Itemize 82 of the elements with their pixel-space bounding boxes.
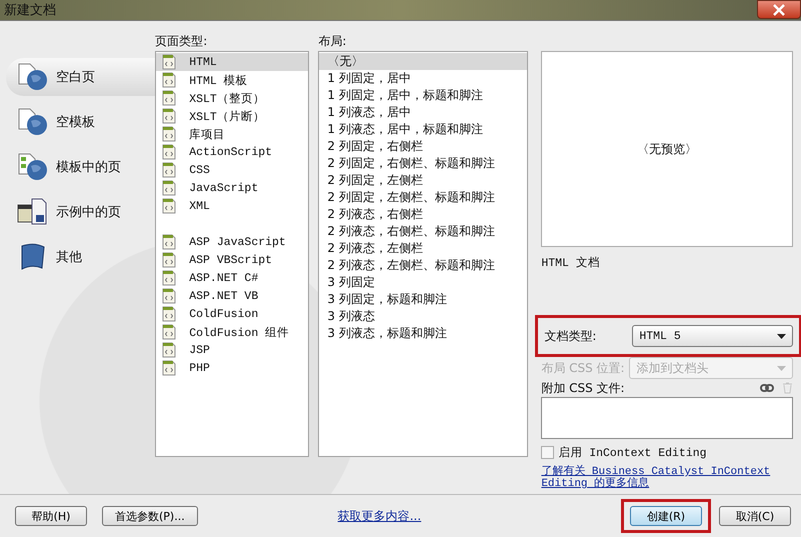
layout-item[interactable]: 2 列液态，左侧栏 — [319, 240, 528, 257]
page-globe-icon — [16, 107, 50, 137]
page-type-item[interactable]: CSS — [156, 161, 308, 179]
document-icon — [162, 108, 176, 124]
document-icon — [162, 198, 176, 214]
document-icon — [162, 288, 176, 304]
preview-description: HTML 文档 — [541, 256, 601, 272]
window-title: 新建文档 — [3, 2, 56, 19]
document-icon — [162, 324, 176, 340]
category-item[interactable]: 模板中的页 — [6, 152, 156, 182]
layout-item[interactable]: 2 列固定，右侧栏、标题和脚注 — [319, 155, 528, 172]
preferences-button[interactable]: 首选参数(P)... — [102, 506, 198, 526]
dropdown-arrow-icon — [777, 334, 786, 338]
attach-css-label: 附加 CSS 文件: — [541, 380, 625, 396]
layout-item[interactable]: 1 列固定，居中 — [319, 70, 528, 87]
layout-item[interactable]: 2 列固定，右侧栏 — [319, 138, 528, 155]
page-type-item[interactable]: JavaScript — [156, 179, 308, 197]
document-icon — [162, 126, 176, 142]
create-button[interactable]: 创建(R) — [630, 506, 702, 526]
document-icon — [162, 270, 176, 286]
layout-item[interactable]: 2 列固定，左侧栏 — [319, 172, 528, 189]
document-icon — [162, 54, 176, 70]
layout-css-label: 布局 CSS 位置: — [541, 360, 624, 376]
page-globe-icon — [16, 62, 50, 92]
cancel-button[interactable]: 取消(C) — [719, 506, 791, 526]
page-type-item[interactable]: XSLT（整页） — [156, 89, 308, 107]
doc-type-label: 文档类型: — [544, 328, 598, 344]
document-icon — [162, 252, 176, 268]
page-type-item[interactable]: ActionScript — [156, 143, 308, 161]
category-item[interactable]: 示例中的页 — [6, 197, 156, 227]
page-type-item[interactable]: ASP VBScript — [156, 251, 308, 269]
page-type-item[interactable]: 库项目 — [156, 125, 308, 143]
layout-item[interactable]: 3 列固定 — [319, 274, 528, 291]
layout-item[interactable]: 3 列液态，标题和脚注 — [319, 325, 528, 342]
document-icon — [162, 72, 176, 88]
help-button[interactable]: 帮助(H) — [15, 506, 87, 526]
page-type-item[interactable]: HTML — [156, 53, 308, 71]
page-type-item[interactable]: XSLT（片断） — [156, 107, 308, 125]
page-type-item[interactable]: ColdFusion — [156, 305, 308, 323]
layout-item[interactable]: 1 列固定，居中，标题和脚注 — [319, 87, 528, 104]
document-icon — [162, 360, 176, 376]
layout-item[interactable]: 2 列液态，右侧栏、标题和脚注 — [319, 223, 528, 240]
layout-item[interactable]: 1 列液态，居中 — [319, 104, 528, 121]
get-more-link[interactable]: 获取更多内容... — [338, 508, 422, 524]
category-item[interactable]: 其他 — [6, 242, 156, 272]
link-icon[interactable] — [760, 384, 774, 392]
document-icon — [162, 144, 176, 160]
layout-item[interactable]: 2 列固定，左侧栏、标题和脚注 — [319, 189, 528, 206]
layout-item[interactable]: 1 列液态，居中，标题和脚注 — [319, 121, 528, 138]
layout-item[interactable]: 2 列液态，右侧栏 — [319, 206, 528, 223]
document-icon — [162, 234, 176, 250]
layout-item[interactable]: 2 列液态，左侧栏、标题和脚注 — [319, 257, 528, 274]
page-type-item[interactable]: XML — [156, 197, 308, 215]
layout-label: 布局: — [318, 33, 348, 50]
page-type-item[interactable]: ColdFusion 组件 — [156, 323, 308, 341]
preview-text: 〈无预览〉 — [637, 140, 698, 158]
learn-more-link[interactable]: 了解有关 Business Catalyst InContext Editing 的更多信息 — [541, 466, 793, 490]
category-item[interactable]: 空白页 — [6, 58, 156, 96]
doc-type-select[interactable]: HTML 5 — [632, 325, 793, 347]
document-icon — [162, 342, 176, 358]
page-type-item[interactable]: ASP.NET C# — [156, 269, 308, 287]
dropdown-arrow-icon — [777, 366, 786, 370]
layout-item[interactable]: 3 列固定，标题和脚注 — [319, 291, 528, 308]
layout-item[interactable]: 3 列液态 — [319, 308, 528, 325]
document-icon — [162, 306, 176, 322]
category-item[interactable]: 空模板 — [6, 107, 156, 137]
page-type-item[interactable]: ASP.NET VB — [156, 287, 308, 305]
layout-item[interactable]: 〈无〉 — [319, 53, 528, 70]
incontext-label: 启用 InContext Editing — [558, 446, 707, 460]
page-type-item[interactable]: ASP JavaScript — [156, 233, 308, 251]
checkbox[interactable] — [541, 446, 554, 459]
page-type-item[interactable]: JSP — [156, 341, 308, 359]
close-button[interactable] — [757, 0, 801, 19]
page-globe-icon — [16, 152, 50, 182]
document-icon — [162, 162, 176, 178]
document-icon — [162, 180, 176, 196]
document-icon — [162, 90, 176, 106]
css-file-list[interactable] — [541, 397, 793, 439]
page-type-label: 页面类型: — [155, 33, 208, 50]
page-type-item[interactable]: PHP — [156, 359, 308, 377]
close-icon — [772, 4, 786, 16]
page-type-item[interactable]: HTML 模板 — [156, 71, 308, 89]
